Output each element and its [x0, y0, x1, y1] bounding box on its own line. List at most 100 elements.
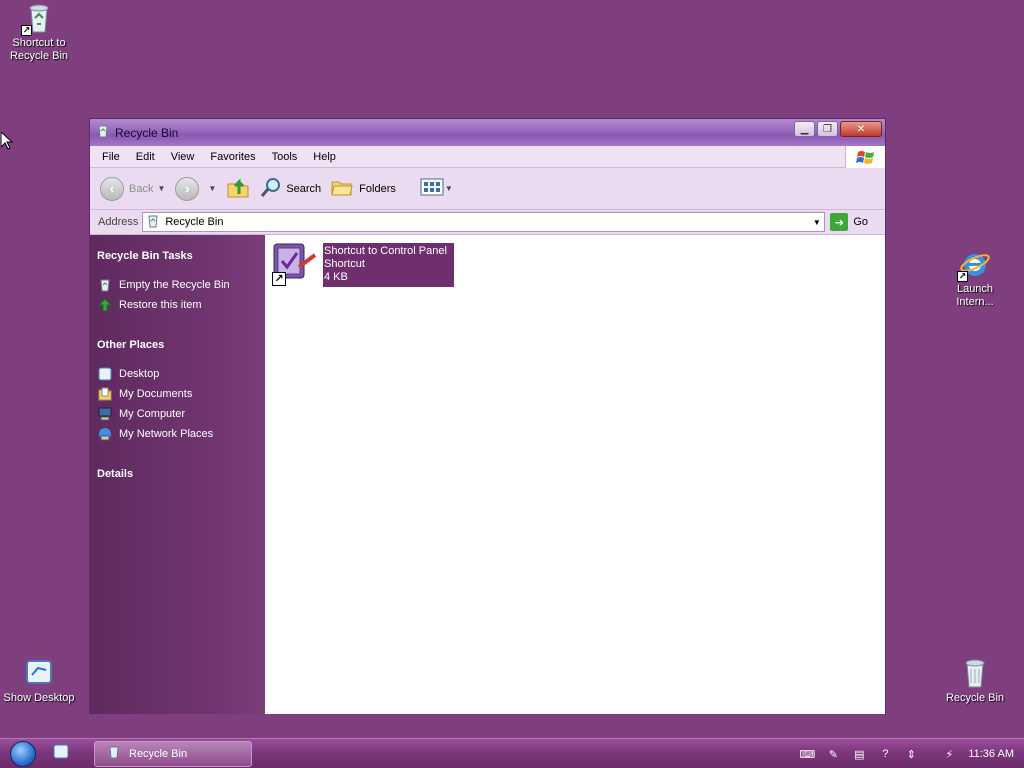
- place-my-documents-label: My Documents: [119, 388, 193, 400]
- taskbar: Recycle Bin ⌨ ✎ ▤ ? ⇕ ⚡ 11:36 AM: [0, 738, 1024, 768]
- forward-dropdown-icon[interactable]: ▼: [208, 184, 216, 193]
- folders-label: Folders: [359, 182, 396, 195]
- network-icon[interactable]: ⚡: [940, 745, 958, 763]
- recycle-bin-icon: [959, 657, 991, 689]
- address-value: Recycle Bin: [165, 216, 224, 228]
- taskbar-button-recycle-bin[interactable]: Recycle Bin: [94, 740, 252, 767]
- views-button[interactable]: ▼: [420, 178, 453, 199]
- recycle-bin-icon: ↗: [21, 2, 55, 36]
- recycle-bin-icon: [97, 277, 113, 293]
- help-icon[interactable]: ?: [876, 745, 894, 763]
- place-my-network-link[interactable]: My Network Places: [97, 424, 265, 444]
- desktop-icon-launch-internet[interactable]: ↗ Launch Intern...: [937, 248, 1013, 309]
- shortcut-arrow-icon: ↗: [957, 271, 968, 282]
- restore-item-label: Restore this item: [119, 299, 202, 311]
- minimize-icon: ▁: [800, 123, 809, 135]
- up-folder-button[interactable]: [226, 176, 250, 201]
- restore-item-link[interactable]: Restore this item: [97, 295, 265, 315]
- search-button[interactable]: Search: [260, 176, 321, 201]
- internet-explorer-icon: ↗: [957, 248, 991, 282]
- search-icon: [260, 176, 282, 201]
- address-bar: Address Recycle Bin ▼ ➜ Go: [90, 210, 885, 235]
- shortcut-arrow-icon: ↗: [272, 272, 286, 286]
- clock[interactable]: 11:36 AM: [968, 748, 1014, 760]
- views-dropdown-icon: ▼: [444, 184, 453, 193]
- menu-tools[interactable]: Tools: [264, 151, 306, 163]
- my-documents-icon: [97, 386, 113, 402]
- file-item-details: Shortcut to Control Panel Shortcut 4 KB: [323, 243, 454, 287]
- forward-arrow-icon: ›: [175, 176, 200, 201]
- desktop-icon-label: Shortcut to Recycle Bin: [9, 37, 69, 62]
- other-places-header[interactable]: Other Places: [97, 339, 265, 351]
- place-my-computer-link[interactable]: My Computer: [97, 404, 265, 424]
- menu-file[interactable]: File: [94, 151, 128, 163]
- task-pane: Recycle Bin Tasks Empty the Recycle Bin …: [90, 235, 265, 714]
- start-button[interactable]: [0, 739, 46, 768]
- file-item[interactable]: ↗ Shortcut to Control Panel Shortcut 4 K…: [269, 241, 454, 287]
- back-label: Back: [129, 182, 154, 195]
- desktop-icon: [97, 366, 113, 382]
- search-label: Search: [286, 182, 322, 195]
- shortcut-arrow-icon: ↗: [21, 25, 32, 36]
- show-desktop-icon: [23, 657, 55, 689]
- desktop-icon-recycle-bin[interactable]: Recycle Bin: [937, 657, 1013, 705]
- window-title: Recycle Bin: [115, 125, 179, 140]
- my-network-places-icon: [97, 426, 113, 442]
- toolbar: ‹ Back ▼ › ▼ Search Folders ▼: [90, 168, 885, 210]
- close-button[interactable]: ✕: [840, 121, 882, 137]
- desktop-icon-shortcut-recycle-bin[interactable]: ↗ Shortcut to Recycle Bin: [1, 2, 77, 63]
- address-recycle-bin-icon: [146, 214, 160, 231]
- empty-recycle-bin-label: Empty the Recycle Bin: [119, 279, 230, 291]
- pen-icon[interactable]: ✎: [824, 745, 842, 763]
- views-icon: [420, 178, 444, 199]
- place-desktop-label: Desktop: [119, 368, 160, 380]
- place-my-network-label: My Network Places: [119, 428, 214, 440]
- empty-recycle-bin-link[interactable]: Empty the Recycle Bin: [97, 275, 265, 295]
- tasks-header[interactable]: Recycle Bin Tasks: [97, 250, 265, 262]
- address-dropdown-icon[interactable]: ▼: [809, 213, 824, 231]
- windows-logo-icon: [845, 146, 885, 168]
- restore-icon: ❐: [823, 123, 832, 135]
- desktop-icon-show-desktop[interactable]: Show Desktop: [1, 657, 77, 705]
- mouse-cursor-icon: [0, 130, 14, 153]
- keyboard-icon[interactable]: ⌨: [798, 745, 816, 763]
- back-button[interactable]: ‹ Back ▼: [100, 176, 165, 201]
- folders-icon: [331, 177, 353, 200]
- address-label: Address: [98, 216, 139, 228]
- desktop-icon-label: Show Desktop: [3, 692, 75, 704]
- folders-button[interactable]: Folders: [331, 177, 396, 200]
- restore-button[interactable]: ❐: [817, 121, 838, 137]
- forward-button[interactable]: › ▼: [175, 176, 216, 201]
- language-bar-icon[interactable]: ▤: [850, 745, 868, 763]
- menu-view[interactable]: View: [163, 151, 203, 163]
- title-bar[interactable]: Recycle Bin ▁ ❐ ✕: [90, 119, 885, 146]
- go-button[interactable]: ➜ Go: [830, 213, 868, 231]
- my-computer-icon: [97, 406, 113, 422]
- file-name: Shortcut to Control Panel: [324, 245, 447, 257]
- close-icon: ✕: [856, 123, 866, 135]
- desktop-icon-label: Launch Intern...: [956, 283, 994, 308]
- menu-help[interactable]: Help: [305, 151, 344, 163]
- menu-bar: File Edit View Favorites Tools Help: [90, 146, 885, 168]
- minimize-button[interactable]: ▁: [794, 121, 815, 137]
- restore-language-bar-icon[interactable]: ⇕: [902, 745, 920, 763]
- recycle-bin-icon: [107, 745, 121, 762]
- file-list-pane[interactable]: ↗ Shortcut to Control Panel Shortcut 4 K…: [265, 235, 885, 714]
- start-orb-icon: [10, 740, 36, 767]
- menu-favorites[interactable]: Favorites: [202, 151, 263, 163]
- go-arrow-icon: ➜: [830, 213, 849, 231]
- taskbar-button-label: Recycle Bin: [129, 747, 188, 760]
- show-desktop-icon: [53, 744, 69, 763]
- address-field[interactable]: Recycle Bin ▼: [142, 212, 826, 232]
- control-panel-shortcut-icon: ↗: [269, 241, 319, 287]
- menu-edit[interactable]: Edit: [128, 151, 163, 163]
- place-my-computer-label: My Computer: [119, 408, 186, 420]
- explorer-window: Recycle Bin ▁ ❐ ✕ File Edit View Favorit…: [89, 118, 886, 714]
- place-desktop-link[interactable]: Desktop: [97, 364, 265, 384]
- go-label: Go: [853, 216, 869, 228]
- quick-launch-show-desktop[interactable]: [46, 744, 76, 763]
- back-dropdown-icon[interactable]: ▼: [157, 184, 165, 193]
- place-my-documents-link[interactable]: My Documents: [97, 384, 265, 404]
- file-size: 4 KB: [324, 271, 348, 283]
- details-header[interactable]: Details: [97, 468, 265, 480]
